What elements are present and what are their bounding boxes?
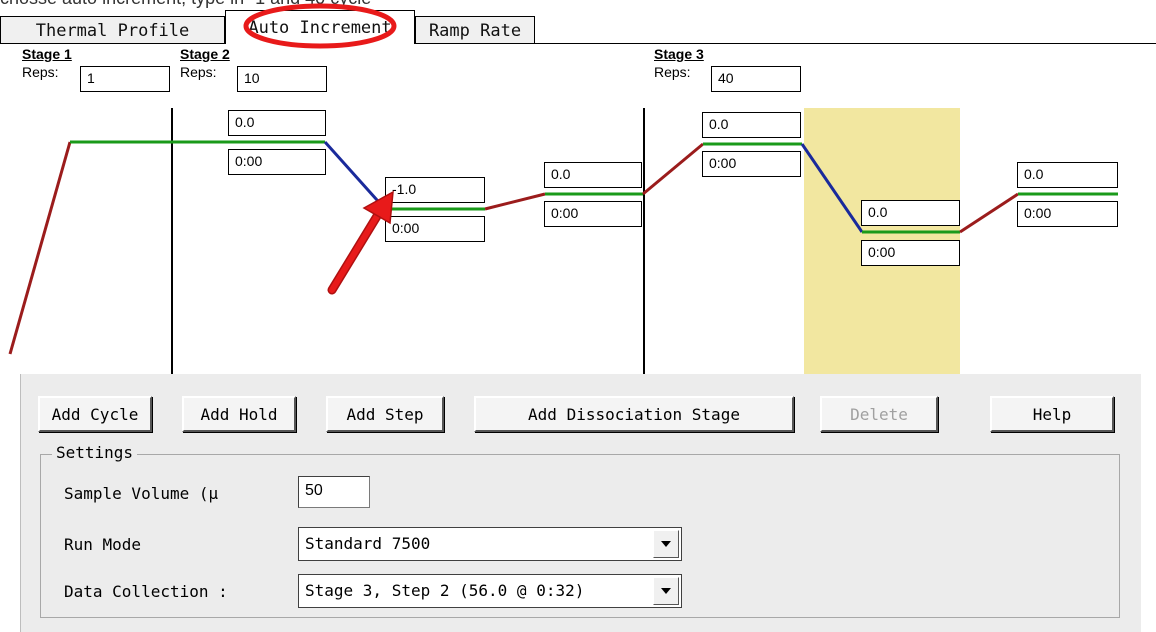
red-arrow-annotation — [327, 190, 394, 295]
red-circle-annotation — [243, 3, 397, 49]
annotation-overlay — [243, 3, 397, 295]
